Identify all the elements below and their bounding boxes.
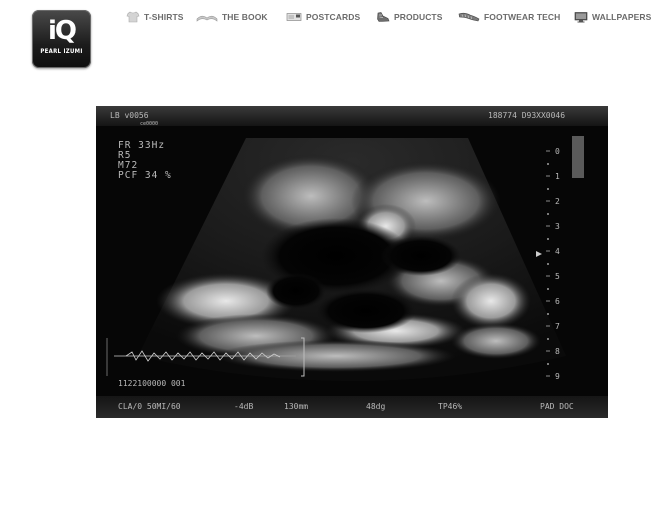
depth-label: 1 [555,172,560,181]
logo-mark: iQ [47,16,77,46]
nav-label: WALLPAPERS [592,12,652,22]
nav-label: T-SHIRTS [144,12,184,22]
footwear-sole-icon [458,12,480,22]
nav-item-the-book[interactable]: THE BOOK [196,8,268,26]
nav-label: PRODUCTS [394,12,443,22]
scan-header-right: 188774 D93XX0046 [488,111,565,120]
nav-item-products[interactable]: PRODUCTS [376,8,443,26]
scan-footer-setting: CLA/0 50MI/60 [118,402,181,411]
scan-footer-angle: 48dg [366,402,385,411]
logo-text: PEARL IZUMI [40,48,83,55]
scan-header-left: LB v0056 [110,111,149,120]
ultrasound-scan: LB v0056 ce0000 188774 D93XX0046 FR 33Hz… [96,106,608,418]
scan-id: 1122100000 001 [118,379,186,388]
main-nav: T-SHIRTS THE BOOK POSTCARDS PRODUCTS FOO… [126,8,651,26]
tshirt-icon [126,11,140,23]
nav-item-tshirts[interactable]: T-SHIRTS [126,8,184,26]
scan-param-pcf: PCF 34 % [118,170,172,181]
scan-footer-depth: 130mm [284,402,308,411]
depth-label: 3 [555,222,560,231]
nav-label: FOOTWEAR TECH [484,12,561,22]
depth-label: 5 [555,272,560,281]
shoe-icon [377,12,390,22]
nav-item-postcards[interactable]: POSTCARDS [286,8,360,26]
scan-footer-gain: -4dB [234,402,253,411]
scan-footer-pad: PAD DOC [540,402,574,411]
monitor-icon [574,12,588,23]
depth-label: 4 [555,247,560,256]
depth-label: 2 [555,197,560,206]
depth-label: 7 [555,322,560,331]
depth-label: 8 [555,347,560,356]
depth-label: 6 [555,297,560,306]
postcard-icon [286,13,302,21]
depth-label: 9 [555,372,560,381]
book-icon [196,15,218,22]
nav-item-footwear-tech[interactable]: FOOTWEAR TECH [458,8,560,26]
ultrasound-image: LB v0056 ce0000 188774 D93XX0046 FR 33Hz… [96,106,608,418]
nav-item-wallpapers[interactable]: WALLPAPERS [574,8,651,26]
scan-header-left-sub: ce0000 [140,121,158,127]
nav-label: POSTCARDS [306,12,361,22]
pearl-izumi-logo[interactable]: iQ PEARL IZUMI [32,10,91,68]
nav-label: THE BOOK [222,12,268,22]
scan-footer-tp: TP46% [438,402,462,411]
depth-label: 0 [555,147,560,156]
